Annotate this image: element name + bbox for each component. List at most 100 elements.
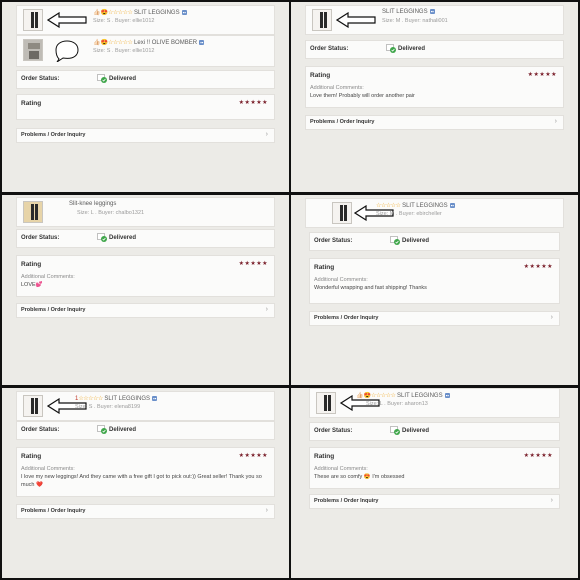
order-status-value: Delivered bbox=[109, 427, 137, 433]
delivered-check-icon bbox=[390, 426, 400, 435]
item-meta: Size: M . Buyer: nathali001 bbox=[382, 18, 448, 24]
additional-comments-label: Additional Comments: bbox=[314, 466, 368, 472]
item-title[interactable]: 👍🏻😍☆☆☆☆☆ SLIT LEGGINGS ▪▪ bbox=[93, 9, 187, 16]
problems-inquiry-link[interactable]: Problems / Order Inquiry › bbox=[16, 128, 275, 143]
item-meta: Size: S . Buyer: ellie1012 bbox=[93, 48, 155, 54]
review-panel-3: Slit-knee leggings Size: L . Buyer: chal… bbox=[2, 195, 289, 385]
problems-inquiry-link[interactable]: Problems / Order Inquiry › bbox=[16, 303, 275, 318]
review-comment: I love my new leggings! And they came wi… bbox=[21, 474, 262, 488]
order-status-row: Order Status: Delivered bbox=[309, 232, 560, 251]
order-item[interactable]: ☆☆☆☆☆ SLIT LEGGINGS ▪▪ Size: M . Buyer: e… bbox=[305, 198, 564, 228]
chevron-right-icon: › bbox=[550, 314, 553, 321]
rating-stars: ★★★★★ bbox=[238, 453, 268, 459]
item-meta: Size: L . Buyer: chalbo1321 bbox=[77, 210, 145, 216]
order-status-value: Delivered bbox=[398, 46, 426, 52]
problems-label: Problems / Order Inquiry bbox=[21, 508, 86, 514]
order-status-row: Order Status: Delivered bbox=[16, 229, 275, 248]
delivered-check-icon bbox=[97, 233, 107, 242]
problems-label: Problems / Order Inquiry bbox=[310, 119, 375, 125]
speech-bubble-annotation-icon bbox=[55, 40, 79, 62]
rating-card: Rating ★★★★★ Additional Comments: Wonder… bbox=[309, 258, 560, 304]
rating-label: Rating bbox=[314, 264, 335, 271]
item-title[interactable]: ☆☆☆☆☆ SLIT LEGGINGS ▪▪ bbox=[376, 202, 455, 209]
arrow-annotation-icon bbox=[47, 12, 87, 28]
order-status-row: Order Status: Delivered bbox=[305, 40, 564, 59]
chevron-right-icon: › bbox=[265, 131, 268, 138]
delivered-check-icon bbox=[386, 44, 396, 53]
problems-inquiry-link[interactable]: Problems / Order Inquiry › bbox=[305, 115, 564, 130]
order-item[interactable]: 👍🏻😍☆☆☆☆☆ SLIT LEGGINGS ▪▪ Size: S . Buyer… bbox=[16, 5, 275, 35]
order-status-label: Order Status: bbox=[314, 428, 353, 434]
additional-comments-label: Additional Comments: bbox=[21, 466, 75, 472]
bomber-thumbnail[interactable] bbox=[23, 39, 43, 61]
leggings-thumbnail[interactable] bbox=[332, 202, 352, 224]
chevron-right-icon: › bbox=[265, 507, 268, 514]
order-status-label: Order Status: bbox=[314, 238, 353, 244]
item-title[interactable]: 👍🏻😍☆☆☆☆☆ Lexi !! OLIVE BOMBER ▪▪ bbox=[93, 39, 205, 46]
order-item[interactable]: SLIT LEGGINGS ▪▪ Size: M . Buyer: nathali… bbox=[305, 5, 564, 35]
rating-label: Rating bbox=[310, 72, 331, 79]
order-item[interactable]: 👍🏻😍☆☆☆☆☆ Lexi !! OLIVE BOMBER ▪▪ Size: S … bbox=[16, 35, 275, 67]
item-title[interactable]: SLIT LEGGINGS ▪▪ bbox=[382, 9, 435, 15]
item-meta: Size: M . Buyer: ebircheller bbox=[376, 211, 442, 217]
item-meta: Size: L . Buyer: aharon13 bbox=[366, 401, 428, 407]
delivered-check-icon bbox=[97, 425, 107, 434]
review-panel-6: 👍🏻😍☆☆☆☆☆ SLIT LEGGINGS ▪▪ Size: L . Buyer… bbox=[291, 388, 578, 578]
problems-label: Problems / Order Inquiry bbox=[314, 498, 379, 504]
rating-label: Rating bbox=[21, 261, 42, 268]
chevron-right-icon: › bbox=[550, 497, 553, 504]
order-item[interactable]: 1☆☆☆☆☆ SLIT LEGGINGS ▪▪ Size: S . Buyer: … bbox=[16, 391, 275, 421]
rating-card: Rating ★★★★★ Additional Comments: I love… bbox=[16, 447, 275, 497]
order-status-label: Order Status: bbox=[21, 427, 60, 433]
order-status-value: Delivered bbox=[402, 238, 430, 244]
rating-label: Rating bbox=[314, 453, 335, 460]
review-panel-2: SLIT LEGGINGS ▪▪ Size: M . Buyer: nathali… bbox=[291, 2, 578, 192]
leggings-thumbnail[interactable] bbox=[23, 9, 43, 31]
additional-comments-label: Additional Comments: bbox=[21, 274, 75, 280]
item-meta: Size: S . Buyer: elena8199 bbox=[75, 404, 141, 410]
review-comment: Wonderful wrapping and fast shipping! Th… bbox=[314, 285, 427, 291]
problems-label: Problems / Order Inquiry bbox=[314, 315, 379, 321]
review-panel-1: 👍🏻😍☆☆☆☆☆ SLIT LEGGINGS ▪▪ Size: S . Buyer… bbox=[2, 2, 289, 192]
problems-label: Problems / Order Inquiry bbox=[21, 307, 86, 313]
rating-stars: ★★★★★ bbox=[527, 72, 557, 78]
rating-card: Rating ★★★★★ Additional Comments: These … bbox=[309, 447, 560, 489]
order-status-row: Order Status: Delivered bbox=[16, 70, 275, 89]
rating-card: Rating ★★★★★ Additional Comments: LOVE💕 bbox=[16, 255, 275, 297]
delivered-check-icon bbox=[97, 74, 107, 83]
leggings-thumbnail[interactable] bbox=[312, 9, 332, 31]
rating-stars: ★★★★★ bbox=[238, 261, 268, 267]
problems-inquiry-link[interactable]: Problems / Order Inquiry › bbox=[16, 504, 275, 519]
order-status-label: Order Status: bbox=[21, 76, 60, 82]
rating-stars: ★★★★★ bbox=[523, 264, 553, 270]
order-item[interactable]: Slit-knee leggings Size: L . Buyer: chal… bbox=[16, 197, 275, 227]
order-item[interactable]: 👍🏻😍☆☆☆☆☆ SLIT LEGGINGS ▪▪ Size: L . Buyer… bbox=[309, 388, 560, 418]
leggings-thumbnail[interactable] bbox=[23, 201, 43, 223]
problems-inquiry-link[interactable]: Problems / Order Inquiry › bbox=[309, 494, 560, 509]
order-status-value: Delivered bbox=[402, 428, 430, 434]
review-panel-4: ☆☆☆☆☆ SLIT LEGGINGS ▪▪ Size: M . Buyer: e… bbox=[291, 195, 578, 385]
problems-inquiry-link[interactable]: Problems / Order Inquiry › bbox=[309, 311, 560, 326]
problems-label: Problems / Order Inquiry bbox=[21, 132, 86, 138]
chevron-right-icon: › bbox=[554, 118, 557, 125]
chevron-right-icon: › bbox=[265, 306, 268, 313]
rating-card: Rating ★★★★★ Additional Comments: Love t… bbox=[305, 66, 564, 108]
leggings-thumbnail[interactable] bbox=[23, 395, 43, 417]
review-panel-5: 1☆☆☆☆☆ SLIT LEGGINGS ▪▪ Size: S . Buyer: … bbox=[2, 388, 289, 578]
review-comment: Love them! Probably will order another p… bbox=[310, 93, 415, 99]
leggings-thumbnail[interactable] bbox=[316, 392, 336, 414]
additional-comments-label: Additional Comments: bbox=[310, 85, 364, 91]
rating-label: Rating bbox=[21, 100, 42, 107]
delivered-check-icon bbox=[390, 236, 400, 245]
order-status-label: Order Status: bbox=[21, 235, 60, 241]
order-status-value: Delivered bbox=[109, 235, 137, 241]
item-title[interactable]: 👍🏻😍☆☆☆☆☆ SLIT LEGGINGS ▪▪ bbox=[356, 392, 450, 399]
order-status-label: Order Status: bbox=[310, 46, 349, 52]
rating-card: Rating ★★★★★ bbox=[16, 94, 275, 120]
rating-stars: ★★★★★ bbox=[238, 100, 268, 106]
order-status-row: Order Status: Delivered bbox=[16, 421, 275, 440]
arrow-annotation-icon bbox=[336, 12, 376, 28]
item-title[interactable]: Slit-knee leggings bbox=[69, 201, 116, 207]
rating-label: Rating bbox=[21, 453, 42, 460]
item-title[interactable]: 1☆☆☆☆☆ SLIT LEGGINGS ▪▪ bbox=[75, 395, 158, 402]
